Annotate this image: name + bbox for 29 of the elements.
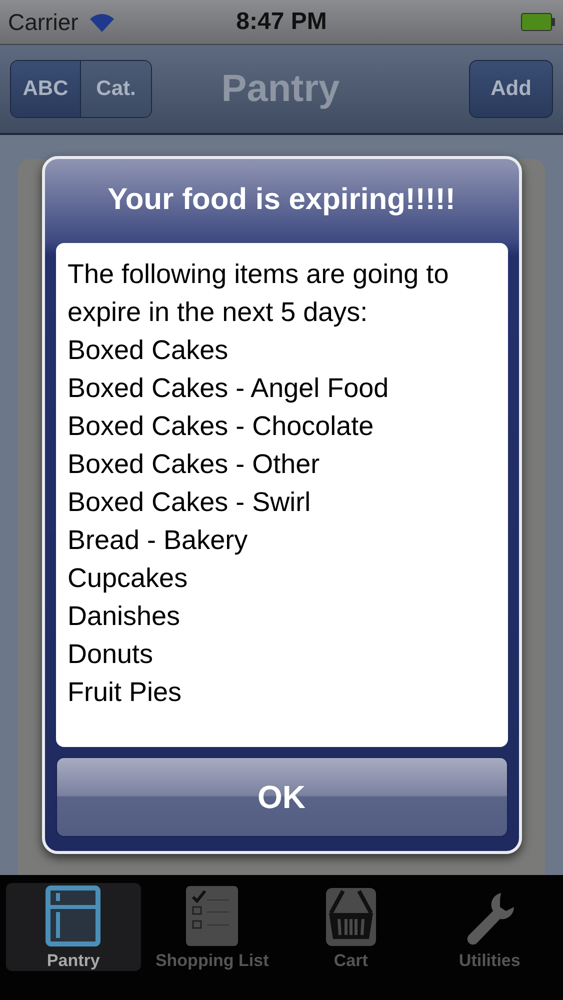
tab-item[interactable]: Cart xyxy=(284,883,418,971)
clock: 8:47 PM xyxy=(236,8,327,36)
expiring-item: Boxed Cakes - Other xyxy=(68,448,321,481)
wrench-icon xyxy=(464,891,515,947)
expiring-item: Danishes xyxy=(68,600,182,633)
tab-item[interactable]: Pantry xyxy=(6,883,141,971)
basket-icon xyxy=(324,887,377,947)
expiring-item: Boxed Cakes xyxy=(68,334,230,367)
expiring-item: Fruit Pies xyxy=(68,676,183,709)
tab-item[interactable]: Utilities xyxy=(422,883,557,971)
expiring-item: Cupcakes xyxy=(68,562,189,595)
checklist-icon xyxy=(185,885,240,947)
cabinet-icon xyxy=(45,885,102,947)
tab-item[interactable]: Shopping List xyxy=(144,883,280,971)
carrier-label: Carrier xyxy=(8,8,78,36)
alert-title: Your food is expiring!!!!! xyxy=(106,182,456,218)
expiring-item: Bread - Bakery xyxy=(68,524,249,557)
wifi-icon xyxy=(88,11,116,33)
expiring-item: Boxed Cakes - Angel Food xyxy=(68,372,390,405)
screen-title: Pantry xyxy=(221,68,340,110)
battery-icon xyxy=(521,13,555,31)
segment-button[interactable]: Cat. xyxy=(81,61,151,117)
alert-message: The following items are going to expire in the next 5 days: xyxy=(68,258,450,329)
expiring-item: Boxed Cakes - Swirl xyxy=(68,486,312,519)
expiring-item: Donuts xyxy=(68,638,154,671)
add-button[interactable]: Add xyxy=(469,60,553,118)
segment-button[interactable]: ABC xyxy=(11,61,81,117)
expiring-item: Boxed Cakes - Chocolate xyxy=(68,410,375,443)
ok-button[interactable]: OK xyxy=(56,757,508,837)
